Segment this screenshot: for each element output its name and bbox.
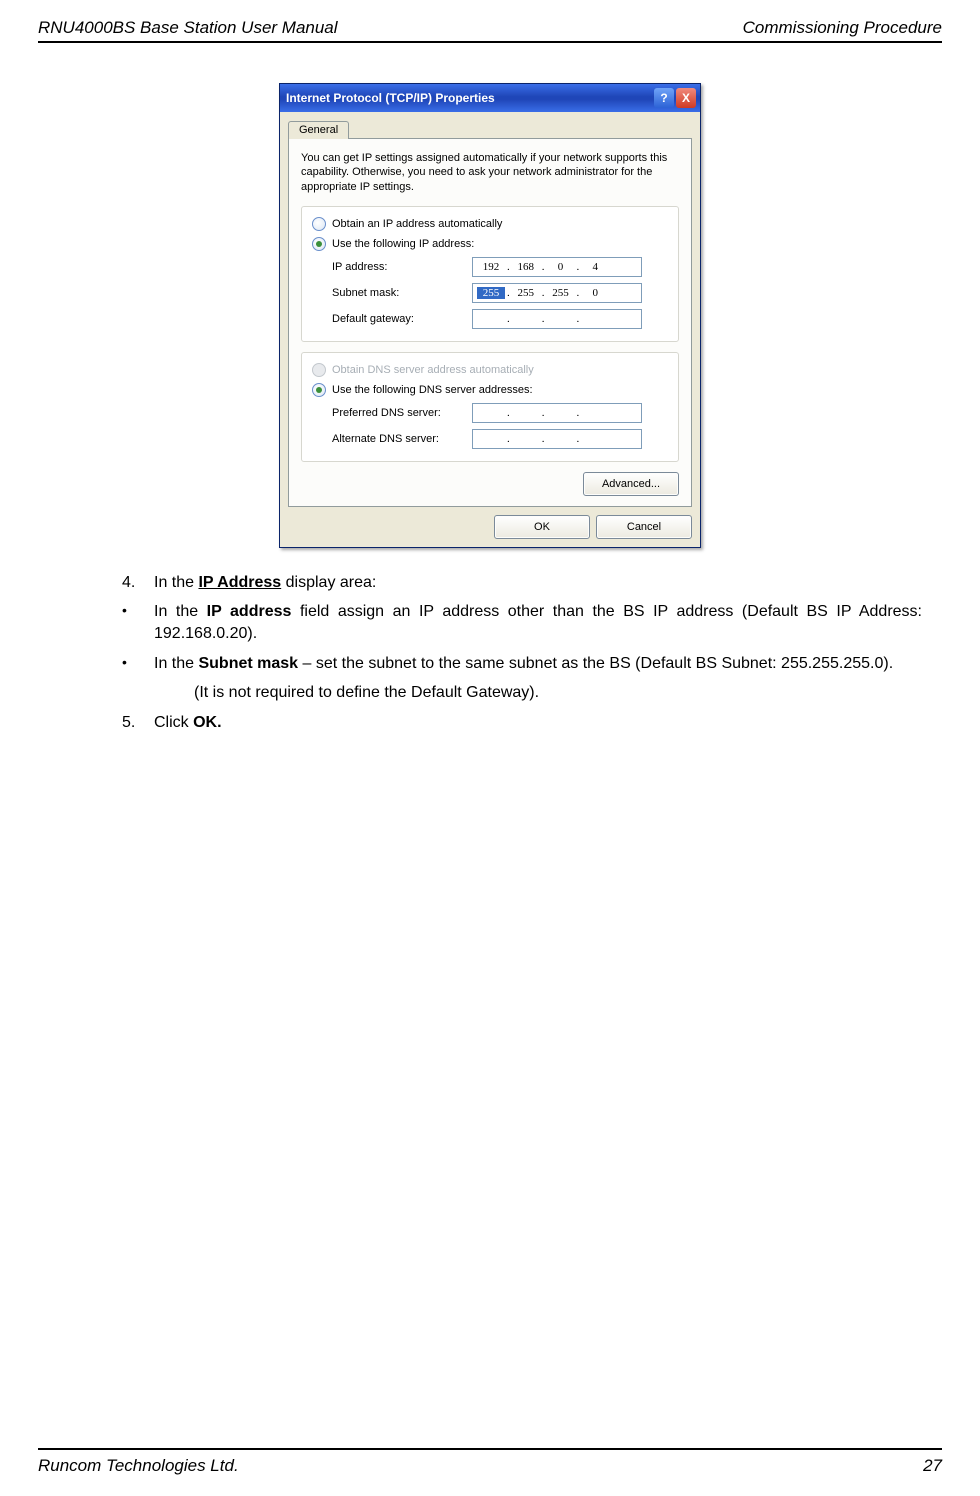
label-ip-address: IP address: (332, 261, 472, 273)
document-body: 4. In the IP Address display area: • In … (38, 572, 942, 734)
list-text: In the IP address field assign an IP add… (154, 601, 922, 644)
ok-button[interactable]: OK (494, 515, 590, 539)
tcpip-properties-dialog: Internet Protocol (TCP/IP) Properties ? … (279, 83, 701, 548)
footer-right: 27 (923, 1456, 942, 1476)
preferred-dns-field[interactable]: . . . (472, 403, 642, 423)
header-rule (38, 41, 942, 43)
footer-left: Runcom Technologies Ltd. (38, 1456, 239, 1476)
dns-settings-group: Obtain DNS server address automatically … (301, 352, 679, 462)
ip-settings-group: Obtain an IP address automatically Use t… (301, 206, 679, 342)
header-left: RNU4000BS Base Station User Manual (38, 18, 338, 38)
radio-use-following-ip[interactable]: Use the following IP address: (312, 237, 668, 251)
radio-label: Use the following DNS server addresses: (332, 384, 533, 396)
label-preferred-dns: Preferred DNS server: (332, 407, 472, 419)
ip-address-field[interactable]: 192. 168. 0. 4 (472, 257, 642, 277)
radio-label: Obtain DNS server address automatically (332, 364, 534, 376)
cancel-button[interactable]: Cancel (596, 515, 692, 539)
subnet-mask-field[interactable]: 255. 255. 255. 0 (472, 283, 642, 303)
radio-icon (312, 363, 326, 377)
bullet-ip-address: • In the IP address field assign an IP a… (122, 601, 922, 644)
radio-label: Obtain an IP address automatically (332, 218, 502, 230)
default-gateway-field[interactable]: . . . (472, 309, 642, 329)
radio-icon (312, 383, 326, 397)
list-marker: 5. (122, 712, 154, 734)
radio-obtain-ip-auto[interactable]: Obtain an IP address automatically (312, 217, 668, 231)
bullet-subnet-mask: • In the Subnet mask – set the subnet to… (122, 653, 922, 675)
alternate-dns-field[interactable]: . . . (472, 429, 642, 449)
help-icon[interactable]: ? (654, 88, 674, 108)
radio-icon (312, 217, 326, 231)
list-text: In the Subnet mask – set the subnet to t… (154, 653, 893, 675)
dialog-titlebar[interactable]: Internet Protocol (TCP/IP) Properties ? … (280, 84, 700, 112)
list-text: Click OK. (154, 712, 222, 734)
tab-panel-general: You can get IP settings assigned automat… (288, 138, 692, 507)
label-alternate-dns: Alternate DNS server: (332, 433, 472, 445)
tab-general[interactable]: General (288, 121, 349, 139)
close-icon[interactable]: X (676, 88, 696, 108)
label-default-gateway: Default gateway: (332, 313, 472, 325)
list-text: In the IP Address display area: (154, 572, 376, 594)
bullet-icon: • (122, 653, 154, 675)
list-marker: 4. (122, 572, 154, 594)
step-4: 4. In the IP Address display area: (122, 572, 922, 594)
bullet-icon: • (122, 601, 154, 644)
radio-label: Use the following IP address: (332, 238, 474, 250)
radio-use-following-dns[interactable]: Use the following DNS server addresses: (312, 383, 668, 397)
advanced-button[interactable]: Advanced... (583, 472, 679, 496)
footer-rule (38, 1448, 942, 1450)
radio-icon (312, 237, 326, 251)
gateway-note: (It is not required to define the Defaul… (194, 682, 922, 704)
header-right: Commissioning Procedure (743, 18, 942, 38)
dialog-title: Internet Protocol (TCP/IP) Properties (286, 91, 495, 105)
intro-text: You can get IP settings assigned automat… (301, 151, 679, 194)
radio-obtain-dns-auto: Obtain DNS server address automatically (312, 363, 668, 377)
step-5: 5. Click OK. (122, 712, 922, 734)
label-subnet-mask: Subnet mask: (332, 287, 472, 299)
